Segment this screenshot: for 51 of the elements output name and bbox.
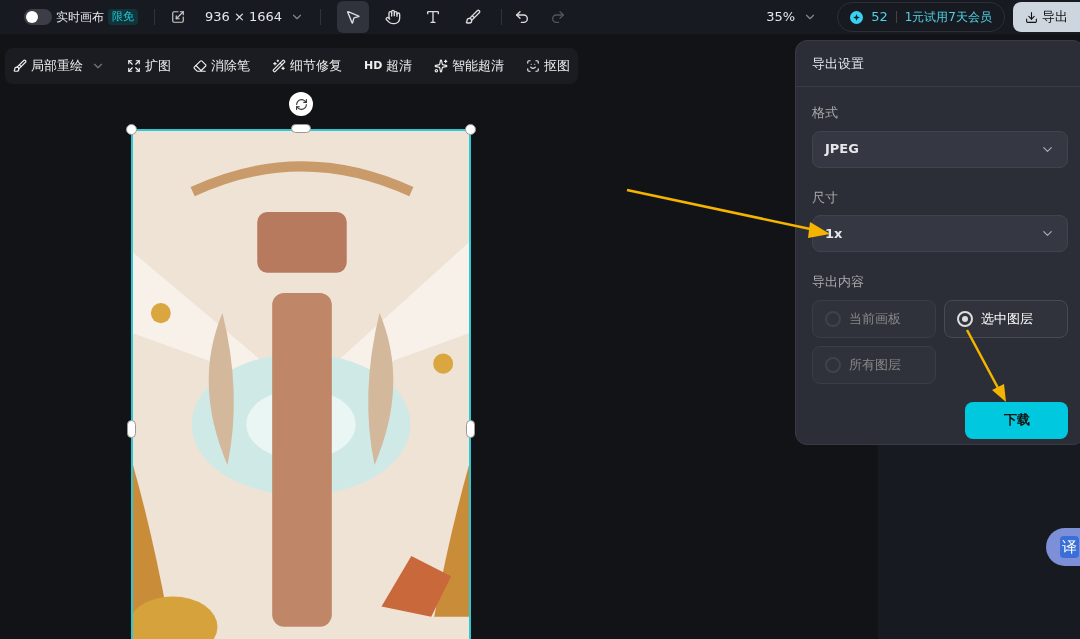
hand-icon xyxy=(385,9,402,25)
field-label: 尺寸 xyxy=(812,188,839,207)
size-select[interactable]: 1x xyxy=(812,215,1068,252)
brush-icon xyxy=(465,9,482,25)
download-icon xyxy=(1025,10,1038,24)
option-label: 当前画板 xyxy=(849,309,901,328)
translate-label: 译 xyxy=(1060,535,1079,559)
tool-button[interactable] xyxy=(337,1,370,33)
resize-handle[interactable] xyxy=(465,124,476,135)
resize-icon[interactable] xyxy=(171,10,185,24)
text-icon xyxy=(425,9,442,25)
field-label: 导出内容 xyxy=(812,273,865,291)
toggle-label: 实时画布 xyxy=(56,9,104,26)
download-button[interactable]: 下载 xyxy=(965,401,1068,439)
canvas-size[interactable]: 936 × 1664 xyxy=(205,7,283,27)
edit-tool-button[interactable]: HD 超清 xyxy=(364,56,413,76)
resize-handle[interactable] xyxy=(126,124,137,135)
option-label: 选中图层 xyxy=(981,309,1033,328)
resize-handle[interactable] xyxy=(466,420,475,438)
rotate-handle[interactable] xyxy=(289,92,313,116)
paint-brush-icon xyxy=(13,59,27,73)
edit-tool-button[interactable]: 消除笔 xyxy=(193,56,250,76)
person-frame-icon xyxy=(526,59,541,73)
resize-handle[interactable] xyxy=(127,420,136,438)
magic-wand-icon xyxy=(272,59,286,73)
free-badge: 限免 xyxy=(108,8,138,26)
content-option[interactable]: 选中图层 xyxy=(944,299,1068,338)
pointer-icon xyxy=(345,9,362,25)
edit-tool-button[interactable]: 扩图 xyxy=(127,56,171,76)
resize-handle[interactable] xyxy=(291,124,311,133)
undo-icon[interactable] xyxy=(514,9,531,25)
option-label: 所有图层 xyxy=(849,355,901,374)
eraser-icon xyxy=(193,59,207,73)
field-label: 格式 xyxy=(812,104,839,122)
star-coin-icon xyxy=(850,10,864,24)
sparkle-icon xyxy=(434,59,449,73)
zoom-level[interactable]: 35% xyxy=(766,7,796,27)
credit-count: 52 xyxy=(871,8,888,27)
radio-icon xyxy=(957,310,973,327)
export-button[interactable]: 导出 xyxy=(1013,2,1080,32)
edit-tool-button[interactable]: 智能超清 xyxy=(434,56,505,76)
realtime-toggle[interactable] xyxy=(24,9,52,25)
hd-icon: HD xyxy=(364,57,383,75)
panel-title: 导出设置 xyxy=(796,41,1080,87)
content-option[interactable]: 所有图层 xyxy=(812,345,936,384)
content-option[interactable]: 当前画板 xyxy=(812,299,936,338)
member-promo: 1元试用7天会员 xyxy=(904,9,992,26)
format-select[interactable]: JPEG xyxy=(812,130,1068,168)
edit-tool-button[interactable]: 抠图 xyxy=(526,56,571,76)
edit-tool-button[interactable]: 细节修复 xyxy=(272,56,342,76)
edit-tool-button[interactable]: 局部重绘 xyxy=(13,56,105,76)
